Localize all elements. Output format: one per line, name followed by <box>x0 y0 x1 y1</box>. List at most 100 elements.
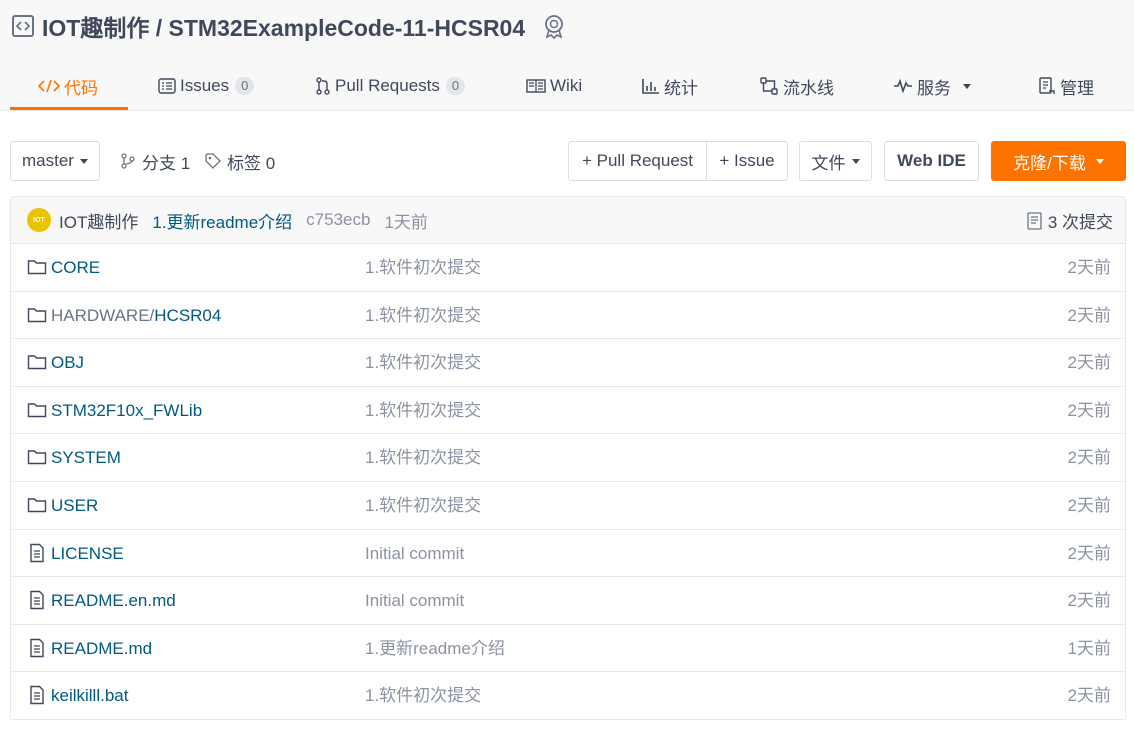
web-ide-button[interactable]: Web IDE <box>884 141 979 181</box>
commit-author-link[interactable]: IOT趣制作 <box>59 208 138 233</box>
folder-icon <box>27 495 47 515</box>
file-name-link[interactable]: HARDWARE/HCSR04 <box>51 292 221 339</box>
tags-link[interactable]: 标签 0 <box>205 141 275 181</box>
chevron-down-icon <box>851 158 860 164</box>
chevron-down-icon <box>79 158 88 164</box>
tab-code[interactable]: 代码 <box>38 62 98 110</box>
tab-issues-label: Issues <box>180 76 230 95</box>
file-name-link[interactable]: OBJ <box>51 339 84 386</box>
branch-select[interactable]: master <box>10 141 100 181</box>
file-path-prefix[interactable]: HARDWARE/ <box>51 306 154 325</box>
file-menu-button[interactable]: 文件 <box>799 141 872 181</box>
file-menu-label: 文件 <box>811 153 846 173</box>
repo-title-row: IOT趣制作 / STM32ExampleCode-11-HCSR04 <box>12 10 567 42</box>
file-commit-time: 2天前 <box>1067 448 1111 468</box>
new-pull-request-label: + Pull Request <box>581 151 694 170</box>
file-name-text: CORE <box>51 258 101 277</box>
file-row[interactable]: keilkilll.bat 1.软件初次提交 2天前 <box>11 672 1125 720</box>
branch-select-value: master <box>22 151 74 170</box>
tab-wiki[interactable]: Wiki <box>526 62 582 110</box>
commit-count-link[interactable]: 3 次提交 <box>1027 197 1113 244</box>
pulse-icon <box>893 79 913 93</box>
file-commit-message[interactable]: 1.软件初次提交 <box>365 387 481 434</box>
repo-toolbar: master 分支 1 标签 0 + Pull Request + Issue … <box>10 141 1126 181</box>
tab-pipeline-label: 流水线 <box>783 78 834 98</box>
file-list: IOT IOT趣制作 1.更新readme介绍 c753ecb 1天前 3 次提… <box>10 196 1126 720</box>
file-commit-message[interactable]: Initial commit <box>365 577 464 624</box>
clone-download-button[interactable]: 克隆/下载 <box>991 141 1126 181</box>
file-row[interactable]: LICENSE Initial commit 2天前 <box>11 530 1125 578</box>
file-row[interactable]: OBJ 1.软件初次提交 2天前 <box>11 339 1125 387</box>
file-row[interactable]: USER 1.软件初次提交 2天前 <box>11 482 1125 530</box>
wiki-icon <box>526 78 546 94</box>
tag-icon <box>205 153 221 169</box>
commit-count-label: 3 次提交 <box>1047 213 1113 232</box>
file-name-link[interactable]: README.md <box>51 625 152 672</box>
folder-icon <box>27 400 47 420</box>
folder-icon <box>27 352 47 372</box>
file-commit-message[interactable]: 1.软件初次提交 <box>365 339 481 386</box>
tab-pipeline[interactable]: 流水线 <box>759 62 834 110</box>
tab-manage-label: 管理 <box>1060 78 1094 98</box>
file-name-text: README.en.md <box>51 591 176 611</box>
tab-code-label: 代码 <box>64 78 98 98</box>
web-ide-label: Web IDE <box>897 151 966 170</box>
folder-icon <box>27 305 47 325</box>
commit-message-link[interactable]: 1.更新readme介绍 <box>152 208 292 233</box>
tab-pull-requests-label: Pull Requests <box>335 76 440 95</box>
code-icon <box>38 78 60 94</box>
avatar-text: IOT <box>33 216 45 224</box>
tab-services[interactable]: 服务 <box>893 62 971 110</box>
pull-requests-count-badge: 0 <box>445 77 466 95</box>
file-commit-message[interactable]: 1.更新readme介绍 <box>365 625 505 672</box>
file-commit-time: 2天前 <box>1067 353 1111 373</box>
repo-nav-tabs: 代码 Issues 0 Pull Requests 0 Wiki 统计 流水线 … <box>10 62 1124 111</box>
branches-link[interactable]: 分支 1 <box>120 141 190 181</box>
tab-wiki-label: Wiki <box>550 76 583 95</box>
file-name-link[interactable]: LICENSE <box>51 530 124 577</box>
file-commit-message[interactable]: 1.软件初次提交 <box>365 292 481 339</box>
file-name-link[interactable]: SYSTEM <box>51 434 121 481</box>
file-name-link[interactable]: CORE <box>51 244 100 291</box>
file-name-link[interactable]: README.en.md <box>51 577 176 624</box>
file-icon <box>27 543 47 563</box>
tab-stats[interactable]: 统计 <box>642 62 698 110</box>
code-repo-icon <box>12 15 34 37</box>
tab-pull-requests[interactable]: Pull Requests 0 <box>315 62 466 110</box>
tab-services-label: 服务 <box>917 78 951 98</box>
avatar[interactable]: IOT <box>27 208 51 232</box>
branch-icon <box>121 153 135 169</box>
file-commit-message[interactable]: 1.软件初次提交 <box>365 434 481 481</box>
new-issue-button[interactable]: + Issue <box>706 141 788 181</box>
file-commit-message[interactable]: 1.软件初次提交 <box>365 482 481 529</box>
file-commit-message[interactable]: Initial commit <box>365 530 464 577</box>
file-name-link[interactable]: STM32F10x_FWLib <box>51 387 202 434</box>
file-commit-time: 2天前 <box>1067 400 1111 420</box>
file-commit-time: 2天前 <box>1067 496 1111 515</box>
file-commit-time: 1天前 <box>1067 638 1111 658</box>
pipeline-icon <box>759 77 779 95</box>
file-name-link[interactable]: keilkilll.bat <box>51 672 128 719</box>
repo-owner-link[interactable]: IOT趣制作 <box>42 15 149 41</box>
file-commit-message[interactable]: 1.软件初次提交 <box>365 244 481 291</box>
issues-count-badge: 0 <box>235 77 255 95</box>
file-name-link[interactable]: USER <box>51 482 98 529</box>
file-row[interactable]: README.md 1.更新readme介绍 1天前 <box>11 625 1125 673</box>
tags-label: 标签 0 <box>227 153 276 173</box>
commit-sha-link[interactable]: c753ecb <box>306 210 370 230</box>
new-pull-request-button[interactable]: + Pull Request <box>568 141 707 181</box>
file-row[interactable]: README.en.md Initial commit 2天前 <box>11 577 1125 625</box>
file-row[interactable]: HARDWARE/HCSR04 1.软件初次提交 2天前 <box>11 292 1125 340</box>
file-commit-message[interactable]: 1.软件初次提交 <box>365 672 481 719</box>
file-row[interactable]: CORE 1.软件初次提交 2天前 <box>11 244 1125 292</box>
tab-manage[interactable]: 管理 <box>1038 62 1094 110</box>
file-row[interactable]: SYSTEM 1.软件初次提交 2天前 <box>11 434 1125 482</box>
file-name-text: keilkilll.bat <box>51 686 129 706</box>
gvp-badge-icon[interactable] <box>541 13 567 39</box>
tab-issues[interactable]: Issues 0 <box>158 62 255 110</box>
repo-name-link[interactable]: STM32ExampleCode-11-HCSR04 <box>169 15 526 41</box>
file-row[interactable]: STM32F10x_FWLib 1.软件初次提交 2天前 <box>11 387 1125 435</box>
chart-icon <box>642 78 660 94</box>
chevron-down-icon <box>1095 158 1104 164</box>
folder-icon <box>27 447 47 467</box>
